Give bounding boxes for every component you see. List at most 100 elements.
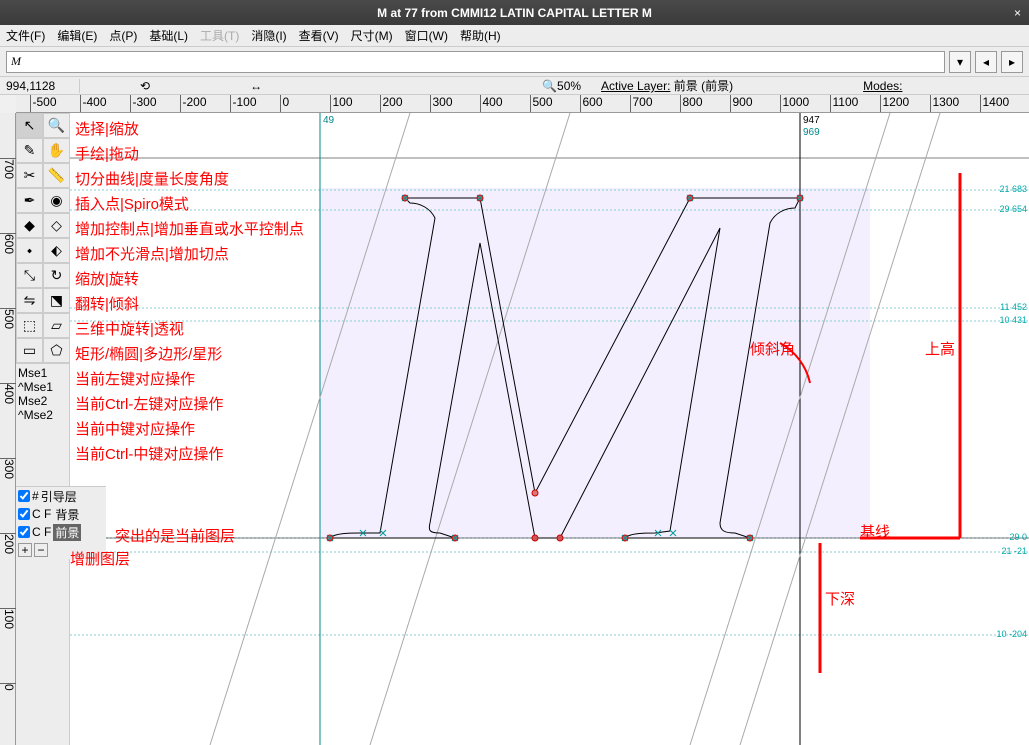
glyph-canvas[interactable]: 49 947 969 21 683 29 654 11 452 10 431 2… [70,113,1029,745]
layer-name[interactable]: 背景 [53,506,81,523]
flip-icon[interactable]: ⇋ [16,288,43,313]
annot-flip-skew: 翻转|倾斜 [75,293,139,314]
hruler-tick: 1100 [830,95,859,113]
menu-erase[interactable]: 消隐(I) [251,27,286,44]
annot-current-layer: 突出的是当前图层 [115,525,235,546]
spiro-icon[interactable]: ◉ [43,188,70,213]
layer-del-button[interactable]: − [34,543,48,557]
marker-969: 969 [803,127,820,138]
horizontal-ruler: -500-400-300-200-10001002003004005006007… [16,95,1029,113]
arrow-icon: ↔ [250,79,262,93]
vertical-ruler: 7006005004003002001000 [0,113,16,745]
annot-descent: 下深 [825,588,855,609]
coord-display: 994,1128 [0,79,80,93]
pencil-icon[interactable]: ✎ [16,138,43,163]
corner-icon[interactable]: ◆ [16,213,43,238]
menu-base[interactable]: 基础(L) [149,27,188,44]
guide-654: 29 654 [999,204,1027,214]
rotate-icon[interactable]: ↻ [43,263,70,288]
annot-cmse2: 当前Ctrl-中键对应操作 [75,443,223,464]
annot-knife-measure: 切分曲线|度量长度角度 [75,168,229,189]
layer-cf: C F [32,525,51,539]
scale-icon[interactable]: ⤡ [16,263,43,288]
zoom-icon[interactable]: 🔍 [43,113,70,138]
curve-icon[interactable]: ◇ [43,213,70,238]
3d-icon[interactable]: ⬚ [16,313,43,338]
annot-mse2: 当前中键对应操作 [75,418,195,439]
hv-icon[interactable]: ⬩ [16,238,43,263]
hruler-tick: 700 [630,95,653,113]
ctrl-mse1-label: ^Mse1 [18,380,67,394]
guide-m21: 21 -21 [1001,546,1027,556]
vruler-tick: 300 [0,458,16,479]
menu-file[interactable]: 文件(F) [6,27,45,44]
annot-scale-rotate: 缩放|旋转 [75,268,139,289]
hruler-tick: 800 [680,95,703,113]
layer-header: # 引导层 [16,487,106,505]
dropdown-button[interactable]: ▾ [949,51,971,73]
menu-point[interactable]: 点(P) [109,27,137,44]
rect-icon[interactable]: ▭ [16,338,43,363]
menu-window[interactable]: 窗口(W) [405,27,448,44]
layer-header-check[interactable] [18,490,30,502]
modes-label: Modes: [863,79,902,93]
layer-row[interactable]: C F前景 [16,523,106,541]
annot-addcp-hv: 增加控制点|增加垂直或水平控制点 [75,218,304,239]
skew-icon[interactable]: ⬔ [43,288,70,313]
guide-452: 11 452 [1000,302,1027,312]
layer-row[interactable]: C F背景 [16,505,106,523]
menu-size[interactable]: 尺寸(M) [351,27,393,44]
layer-visible-check[interactable] [18,526,30,538]
annot-rect-poly: 矩形/椭圆|多边形/星形 [75,343,222,364]
menu-edit[interactable]: 编辑(E) [57,27,97,44]
vruler-tick: 100 [0,608,16,629]
guide-683: 21 683 [999,184,1027,194]
pointer-icon[interactable]: ↖ [16,113,43,138]
glyph-svg [70,113,1029,745]
menu-help[interactable]: 帮助(H) [460,27,501,44]
zoom-icon: 🔍 [542,79,557,93]
next-char-button[interactable]: ▸ [1001,51,1023,73]
vruler-tick: 200 [0,533,16,554]
persp-icon[interactable]: ▱ [43,313,70,338]
annot-add-del-layer: 增删图层 [70,548,130,569]
close-icon[interactable]: × [1014,6,1021,20]
layer-name[interactable]: 前景 [53,524,81,541]
layer-add-button[interactable]: + [18,543,32,557]
active-layer-label: Active Layer: 前景 (前景) [601,77,733,94]
ctrl-mse2-label: ^Mse2 [18,408,67,422]
hruler-tick: 300 [430,95,453,113]
menu-view[interactable]: 查看(V) [299,27,339,44]
hruler-tick: 600 [580,95,603,113]
annot-insert-spiro: 插入点|Spiro模式 [75,193,189,214]
hruler-tick: 0 [280,95,290,113]
char-input[interactable] [6,51,945,73]
knife-icon[interactable]: ✂ [16,163,43,188]
marker-49: 49 [323,115,334,126]
guide-m204: 10 -204 [996,629,1027,639]
hand-icon[interactable]: ✋ [43,138,70,163]
mouse-info: Mse1 ^Mse1 Mse2 ^Mse2 [16,363,69,424]
guide-431: 10 431 [999,315,1027,325]
status-bar: 994,1128 ⟲ ↔ 🔍 50% Active Layer: 前景 (前景)… [0,77,1029,95]
layer-visible-check[interactable] [18,508,30,520]
hruler-tick: 1300 [930,95,960,113]
mse2-label: Mse2 [18,394,67,408]
hruler-tick: 1400 [980,95,1010,113]
annot-select-zoom: 选择|缩放 [75,118,139,139]
ruler-icon[interactable]: 📏 [43,163,70,188]
poly-icon[interactable]: ⬠ [43,338,70,363]
hruler-tick: -200 [180,95,207,113]
tangent-icon[interactable]: ⬖ [43,238,70,263]
char-input-row: ▾ ◂ ▸ [0,47,1029,77]
annot-cmse1: 当前Ctrl-左键对应操作 [75,393,223,414]
hruler-tick: 500 [530,95,553,113]
hruler-tick: 400 [480,95,503,113]
prev-char-button[interactable]: ◂ [975,51,997,73]
hruler-tick: -100 [230,95,257,113]
menubar: 文件(F) 编辑(E) 点(P) 基础(L) 工具(T) 消隐(I) 查看(V)… [0,25,1029,47]
marker-947: 947 [803,115,820,126]
hruler-tick: -400 [80,95,107,113]
annot-baseline: 基线 [860,521,890,542]
pen-icon[interactable]: ✒ [16,188,43,213]
